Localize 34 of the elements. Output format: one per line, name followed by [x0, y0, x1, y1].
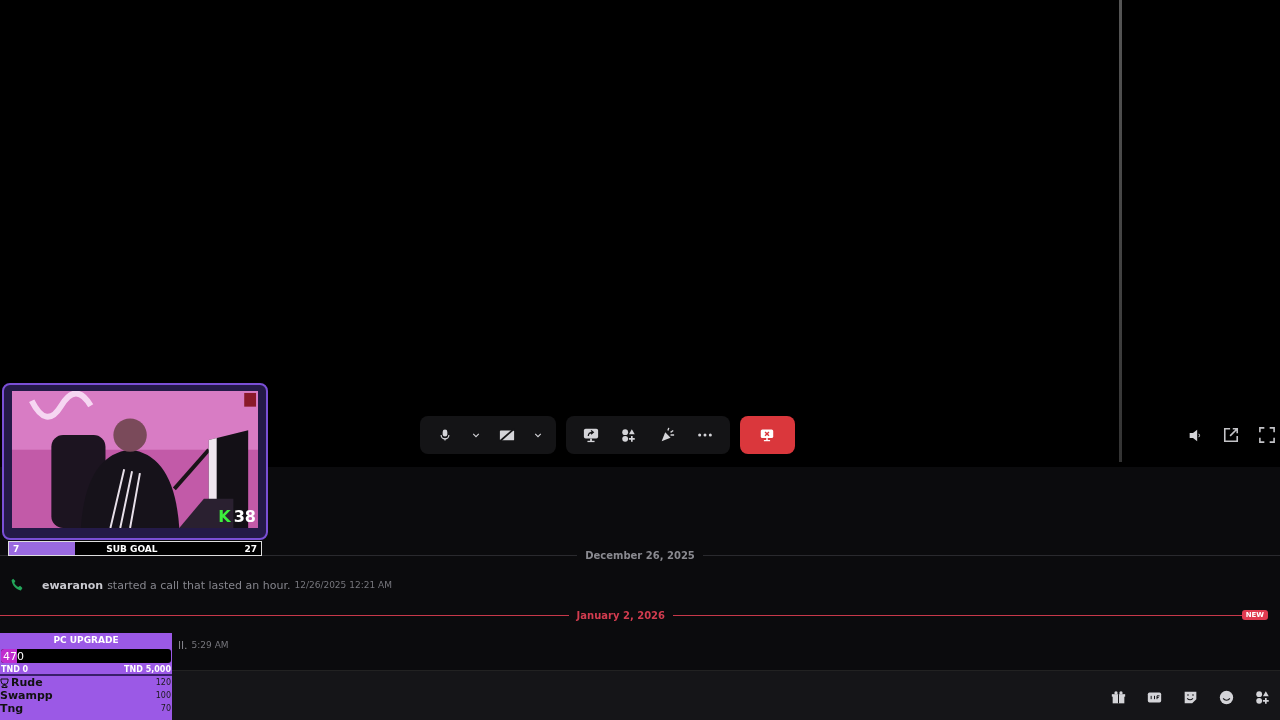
call-message: started a call that lasted an hour. [107, 578, 291, 592]
end-stream-button[interactable] [739, 416, 795, 454]
donation-title: PC UPGRADE [52, 634, 120, 647]
leader-amount: 70 [160, 704, 171, 713]
camera-off-icon [498, 427, 515, 443]
call-message: ll. [178, 638, 188, 652]
goal-target: 27 [244, 543, 258, 554]
leader-amount: 100 [155, 691, 171, 700]
gift-icon [1110, 689, 1126, 705]
donation-max: TND 5,000 [124, 665, 171, 674]
leader-name: Swampp [0, 689, 53, 702]
date-divider-label: January 2, 2026 [575, 609, 667, 621]
sticker-icon [1182, 689, 1198, 705]
phone-icon [10, 578, 24, 592]
fullscreen-icon [1259, 427, 1275, 443]
leader-amount: 120 [155, 678, 171, 687]
date-divider-label: December 26, 2025 [584, 549, 696, 561]
timestamp: 5:29 AM [191, 640, 229, 650]
goal-label: SUB GOAL [105, 543, 159, 554]
username[interactable]: ewaranon [42, 578, 104, 592]
monitor-x-icon [760, 428, 774, 442]
leader-name: Rude [0, 676, 43, 689]
monitor-arrow-icon [582, 427, 599, 443]
shapes-icon [1254, 689, 1270, 705]
timestamp: 12/26/2025 12:21 AM [294, 580, 392, 590]
goal-current: 7 [12, 543, 20, 554]
trophy-icon [0, 677, 9, 688]
external-link-icon [1223, 427, 1239, 443]
donation-min: TND 0 [1, 665, 29, 674]
speaker-icon [1187, 427, 1203, 443]
shapes-icon [621, 427, 636, 443]
kill-letter: K [218, 507, 231, 526]
leader-name: Tng [0, 702, 24, 715]
smiley-icon [1218, 689, 1234, 705]
